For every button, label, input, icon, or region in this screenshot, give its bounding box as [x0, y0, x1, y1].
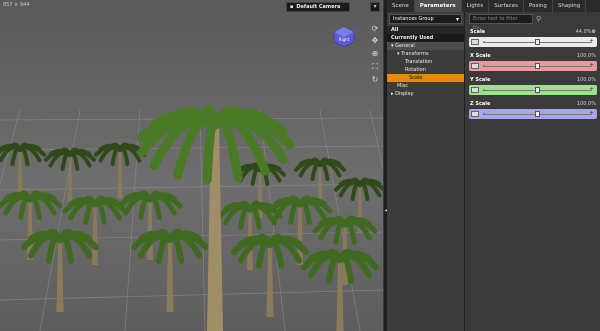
tree-item[interactable]: ▾ Transforms: [387, 50, 464, 58]
tree-item[interactable]: Translation: [387, 58, 464, 66]
tree-item[interactable]: Misc: [387, 82, 464, 90]
property-value[interactable]: 100.0%: [577, 53, 596, 59]
navcube-face-label: Right: [339, 37, 350, 42]
tree-item[interactable]: ▾ General: [387, 42, 464, 50]
chevron-down-icon: ▾: [455, 16, 459, 23]
filter-input[interactable]: Enter text to filter by...: [469, 14, 533, 31]
zoom-icon[interactable]: ⊕: [370, 49, 380, 59]
property-value[interactable]: 44.0%: [576, 29, 592, 35]
keyframe-icon[interactable]: [471, 111, 479, 117]
slider-handle[interactable]: [534, 63, 540, 69]
keyframe-icon[interactable]: [471, 63, 479, 69]
increment-button[interactable]: +: [589, 38, 594, 45]
tab-surfaces[interactable]: Surfaces: [489, 0, 525, 12]
tree-item[interactable]: Rotation: [387, 66, 464, 74]
orbit-icon[interactable]: ⟳: [370, 24, 380, 34]
property-slider: Z Scale 100.0% -+: [468, 100, 598, 120]
tree-item[interactable]: All: [387, 26, 464, 34]
keyframe-icon[interactable]: [471, 39, 479, 45]
property-label: Z Scale: [470, 101, 491, 107]
increment-button[interactable]: +: [589, 110, 594, 117]
camera-select[interactable]: ▪ Default Camera: [286, 2, 350, 12]
viewport[interactable]: 857 × 944 ▪ Default Camera ▾ Right ⟳ ✥ ⊕…: [0, 0, 383, 331]
keyframe-icon[interactable]: [471, 87, 479, 93]
property-list: Enter text to filter by... ⚲ Scale 44.0% …: [466, 12, 600, 331]
scene-render: [0, 0, 383, 331]
tree-item[interactable]: ▸ Display: [387, 90, 464, 98]
slider-handle[interactable]: [534, 111, 540, 117]
property-label: Scale: [470, 29, 486, 35]
viewport-resolution: 857 × 944: [3, 2, 30, 8]
property-slider: X Scale 100.0% -+: [468, 52, 598, 72]
home-icon[interactable]: ↻: [370, 75, 380, 85]
property-value[interactable]: 100.0%: [577, 101, 596, 107]
frame-icon[interactable]: ⛶: [370, 62, 380, 72]
camera-icon: ▪: [290, 4, 294, 10]
property-label: X Scale: [470, 53, 491, 59]
tab-lights[interactable]: Lights: [462, 0, 490, 12]
search-icon[interactable]: ⚲: [536, 14, 546, 24]
slider-track[interactable]: -+: [469, 37, 597, 47]
pan-icon[interactable]: ✥: [370, 36, 380, 46]
parameters-pane: Scene Parameters Lights Surfaces Posing Shapi…: [387, 0, 600, 331]
property-slider: Y Scale 100.0% -+: [468, 76, 598, 96]
slider-track[interactable]: -+: [469, 109, 597, 119]
property-tree: Instances Group ▾ All Currently Used ▾ Gen…: [387, 12, 465, 331]
property-value[interactable]: 100.0%: [577, 77, 596, 83]
tab-scene[interactable]: Scene: [387, 0, 415, 12]
node-select[interactable]: Instances Group ▾: [389, 14, 462, 24]
increment-button[interactable]: +: [589, 86, 594, 93]
slider-track[interactable]: -+: [469, 61, 597, 71]
node-select-label: Instances Group: [393, 16, 434, 22]
tree-item[interactable]: Scale: [387, 74, 464, 82]
property-slider: Scale 44.0% ⚙ -+: [468, 28, 598, 48]
tab-posing[interactable]: Posing: [524, 0, 553, 12]
viewport-menu-button[interactable]: ▾: [370, 2, 380, 12]
navigation-cube[interactable]: Right: [333, 26, 355, 48]
camera-label: Default Camera: [296, 4, 341, 10]
tab-shaping[interactable]: Shaping: [553, 0, 587, 12]
slider-handle[interactable]: [534, 87, 540, 93]
pane-tabs: Scene Parameters Lights Surfaces Posing Shapi…: [387, 0, 600, 12]
tab-parameters[interactable]: Parameters: [414, 0, 462, 12]
gear-icon[interactable]: ⚙: [592, 29, 596, 35]
slider-handle[interactable]: [534, 39, 540, 45]
slider-track[interactable]: -+: [469, 85, 597, 95]
dropdown-icon: ▾: [373, 3, 377, 10]
property-label: Y Scale: [470, 77, 491, 83]
tree-item[interactable]: Currently Used: [387, 34, 464, 42]
increment-button[interactable]: +: [589, 62, 594, 69]
